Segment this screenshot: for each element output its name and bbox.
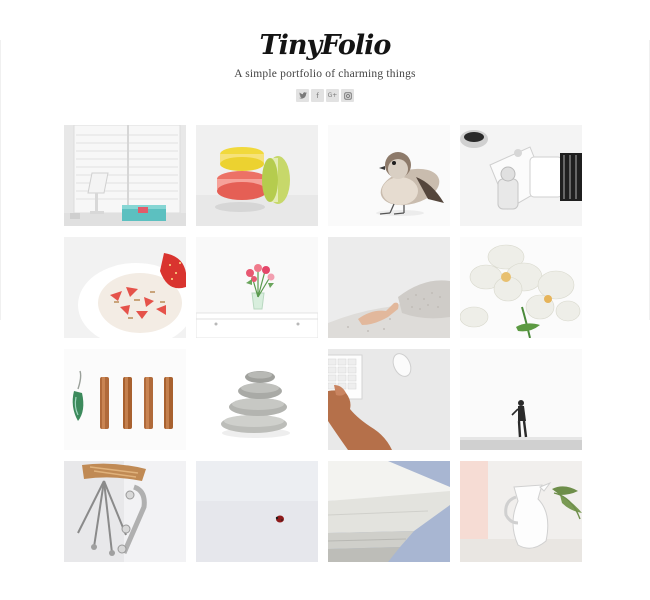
instagram-icon[interactable]: [341, 89, 354, 102]
gallery-item-architecture[interactable]: [328, 461, 450, 562]
google-plus-icon[interactable]: G+: [326, 89, 339, 102]
gallery-item-ladybug[interactable]: [196, 461, 318, 562]
gallery-item-camera[interactable]: [460, 125, 582, 226]
architecture-photo: [328, 461, 450, 562]
gallery-item-stacked-stones[interactable]: [196, 349, 318, 450]
yogurt-strawberries-photo: [64, 237, 186, 338]
stacked-stones-photo: [196, 349, 318, 450]
site-tagline: A simple portfolio of charming things: [234, 68, 416, 80]
keyboard-mouse-photo: [328, 349, 450, 450]
gallery-item-orchid[interactable]: [460, 237, 582, 338]
gallery-item-sparrow[interactable]: [328, 125, 450, 226]
gallery-item-flower-vase[interactable]: [196, 237, 318, 338]
gallery-item-window-lamp[interactable]: [64, 125, 186, 226]
flower-vase-photo: [196, 237, 318, 338]
gallery-item-hand-on-bed[interactable]: [328, 237, 450, 338]
portfolio-grid: [64, 125, 582, 562]
site-logo[interactable]: TinyFolio: [260, 30, 392, 62]
white-jug-photo: [460, 461, 582, 562]
gallery-item-macarons[interactable]: [196, 125, 318, 226]
ladybug-photo: [196, 461, 318, 562]
gallery-item-cinnamon-sticks[interactable]: [64, 349, 186, 450]
orchid-photo: [460, 237, 582, 338]
gallery-item-yogurt-strawberries[interactable]: [64, 237, 186, 338]
cinnamon-sticks-photo: [64, 349, 186, 450]
hand-on-bed-photo: [328, 237, 450, 338]
facebook-icon[interactable]: f: [311, 89, 324, 102]
page: TinyFolio A simple portfolio of charming…: [0, 0, 650, 600]
figure-on-ledge-photo: [460, 349, 582, 450]
camera-photo: [460, 125, 582, 226]
sparrow-photo: [328, 125, 450, 226]
window-lamp-photo: [64, 125, 186, 226]
gallery-item-figure-on-ledge[interactable]: [460, 349, 582, 450]
site-header: TinyFolio A simple portfolio of charming…: [0, 30, 650, 102]
gallery-item-white-jug[interactable]: [460, 461, 582, 562]
gallery-item-keyboard-mouse[interactable]: [328, 349, 450, 450]
tripod-chair-photo: [64, 461, 186, 562]
macarons-photo: [196, 125, 318, 226]
gallery-item-tripod-chair[interactable]: [64, 461, 186, 562]
twitter-icon[interactable]: [296, 89, 309, 102]
social-links: f G+: [0, 89, 650, 102]
